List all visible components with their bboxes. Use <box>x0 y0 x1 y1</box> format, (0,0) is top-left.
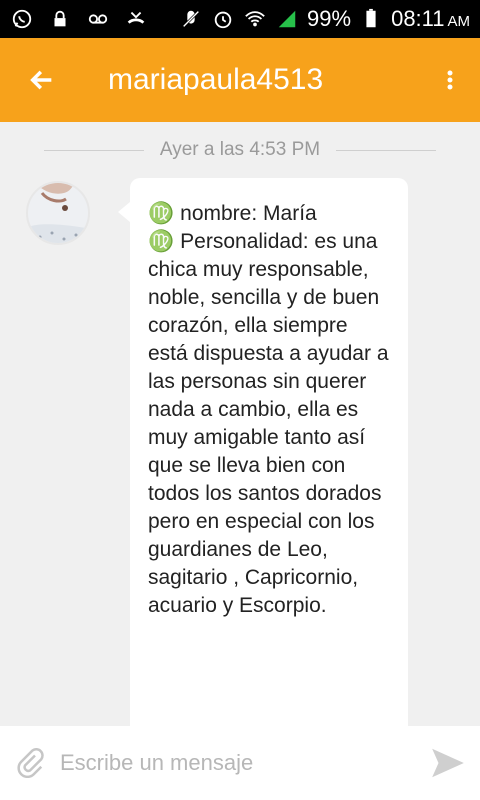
clock: 08:11 AM <box>391 6 470 32</box>
more-options-button[interactable] <box>420 38 480 122</box>
avatar[interactable] <box>26 181 90 245</box>
mute-icon <box>179 7 203 31</box>
message-line-1: nombre: María <box>180 202 317 225</box>
whatsapp-icon <box>10 7 34 31</box>
more-vert-icon <box>447 70 453 90</box>
back-arrow-icon <box>30 70 52 90</box>
message-line-2: Personalidad: es una chica muy responsab… <box>148 230 389 617</box>
battery-level: 99% <box>307 6 352 31</box>
conversation-title: mariapaula4513 <box>108 63 324 96</box>
wifi-icon <box>243 7 267 31</box>
alarm-icon <box>211 7 235 31</box>
divider-line-left <box>43 149 144 151</box>
battery-icon <box>359 7 383 31</box>
virgo-icon: ♍ <box>148 230 175 253</box>
status-bar: 99% 08:11 AM <box>0 0 480 38</box>
message-input[interactable] <box>60 738 416 788</box>
clock-time: 08:11 <box>391 6 445 31</box>
paperclip-icon <box>17 748 44 778</box>
clock-ampm: AM <box>447 13 471 30</box>
message-timestamp: Ayer a las 4:53 PM <box>159 139 321 160</box>
message-text: ♍ nombre: María ♍ Personalidad: es una chi… <box>148 200 392 620</box>
back-button[interactable] <box>0 38 84 122</box>
lock-icon <box>48 7 72 31</box>
divider-line-right <box>336 149 437 151</box>
avatar-image <box>28 183 88 243</box>
signal-icon <box>275 7 299 31</box>
send-icon <box>432 748 464 778</box>
voicemail-icon <box>86 7 110 31</box>
virgo-icon: ♍ <box>148 202 175 225</box>
message-bubble[interactable]: ♍ nombre: María ♍ Personalidad: es una chi… <box>118 178 408 738</box>
app-bar: mariapaula4513 <box>0 38 480 122</box>
send-button[interactable] <box>416 726 480 800</box>
message-composer <box>0 726 480 800</box>
attach-button[interactable] <box>0 726 60 800</box>
timestamp-divider: Ayer a las 4:53 PM <box>0 132 480 168</box>
missed-call-icon <box>124 7 148 31</box>
